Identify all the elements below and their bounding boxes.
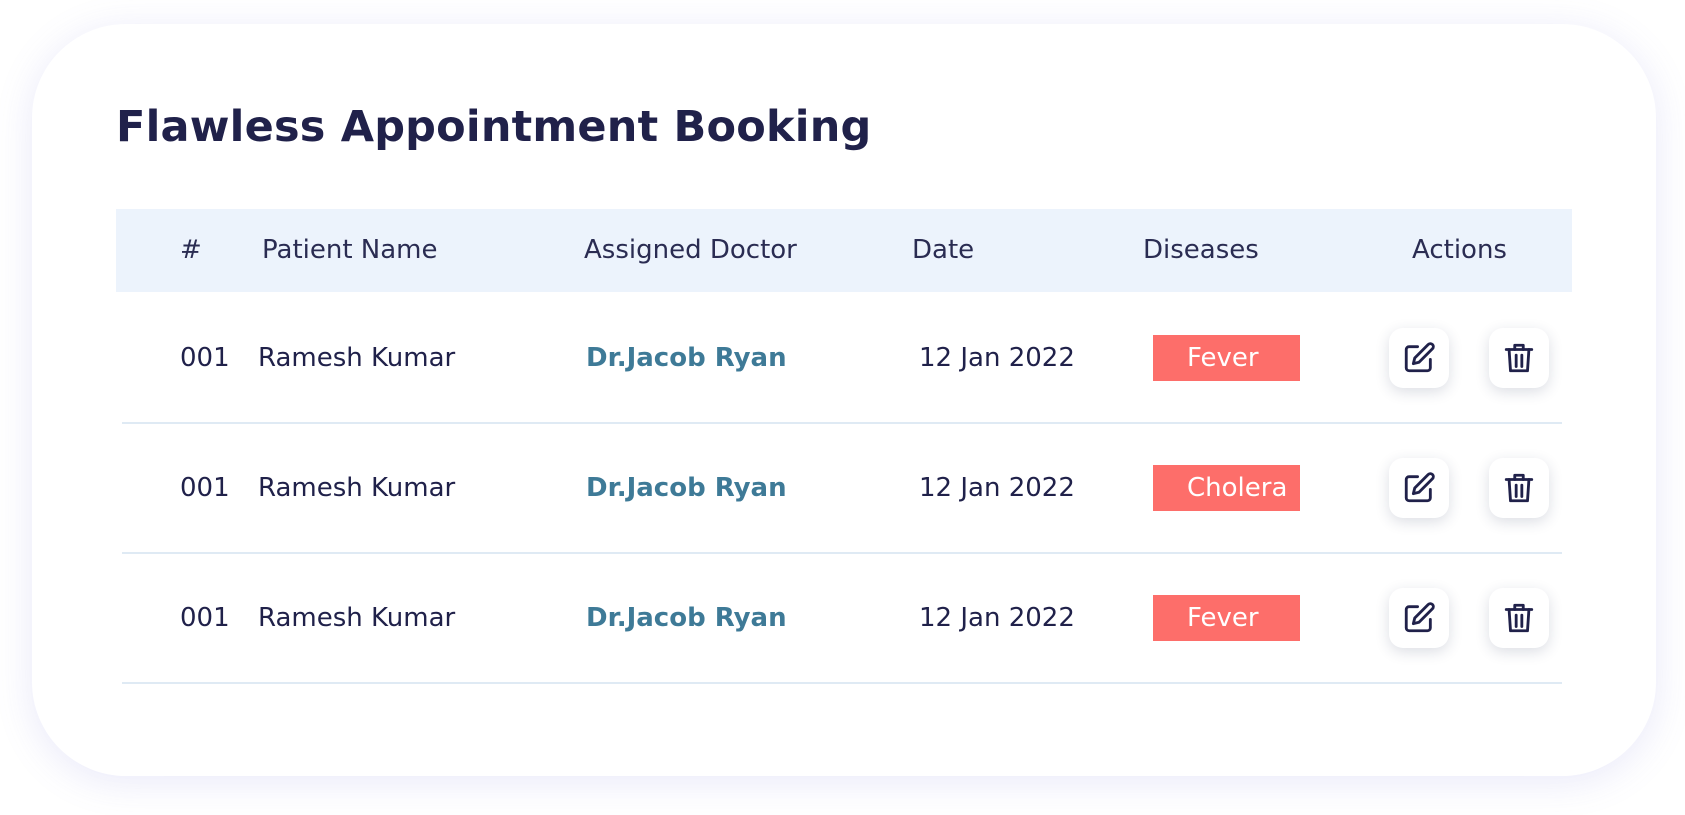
disease-badge: Fever	[1153, 595, 1300, 641]
column-header-date: Date	[912, 235, 975, 265]
column-header-assigned-doctor: Assigned Doctor	[584, 235, 797, 265]
column-header-diseases: Diseases	[1143, 235, 1259, 265]
row-number: 001	[180, 603, 230, 633]
row-number: 001	[180, 343, 230, 373]
table-header: # Patient Name Assigned Doctor Date Dise…	[116, 209, 1572, 292]
delete-button[interactable]	[1489, 328, 1549, 388]
column-header-actions: Actions	[1412, 235, 1507, 265]
patient-name: Ramesh Kumar	[258, 343, 456, 373]
row-number: 001	[180, 473, 230, 503]
edit-button[interactable]	[1389, 588, 1449, 648]
table-row: 001 Ramesh Kumar Dr.Jacob Ryan 12 Jan 20…	[122, 424, 1562, 554]
edit-button[interactable]	[1389, 458, 1449, 518]
appointment-date: 12 Jan 2022	[919, 473, 1075, 503]
delete-button[interactable]	[1489, 588, 1549, 648]
edit-icon	[1404, 472, 1435, 503]
delete-button[interactable]	[1489, 458, 1549, 518]
table-row: 001 Ramesh Kumar Dr.Jacob Ryan 12 Jan 20…	[122, 554, 1562, 684]
appointment-date: 12 Jan 2022	[919, 603, 1075, 633]
appointment-date: 12 Jan 2022	[919, 343, 1075, 373]
disease-badge: Cholera	[1153, 465, 1300, 511]
appointment-card: Flawless Appointment Booking # Patient N…	[32, 24, 1656, 776]
page-title: Flawless Appointment Booking	[116, 102, 872, 152]
patient-name: Ramesh Kumar	[258, 473, 456, 503]
edit-button[interactable]	[1389, 328, 1449, 388]
disease-badge: Fever	[1153, 335, 1300, 381]
trash-icon	[1504, 343, 1534, 373]
patient-name: Ramesh Kumar	[258, 603, 456, 633]
table-row: 001 Ramesh Kumar Dr.Jacob Ryan 12 Jan 20…	[122, 294, 1562, 424]
assigned-doctor-link[interactable]: Dr.Jacob Ryan	[586, 424, 787, 552]
column-header-number: #	[180, 235, 202, 265]
trash-icon	[1504, 473, 1534, 503]
assigned-doctor-link[interactable]: Dr.Jacob Ryan	[586, 294, 787, 422]
edit-icon	[1404, 602, 1435, 633]
assigned-doctor-link[interactable]: Dr.Jacob Ryan	[586, 554, 787, 682]
column-header-patient-name: Patient Name	[262, 235, 438, 265]
trash-icon	[1504, 603, 1534, 633]
edit-icon	[1404, 342, 1435, 373]
